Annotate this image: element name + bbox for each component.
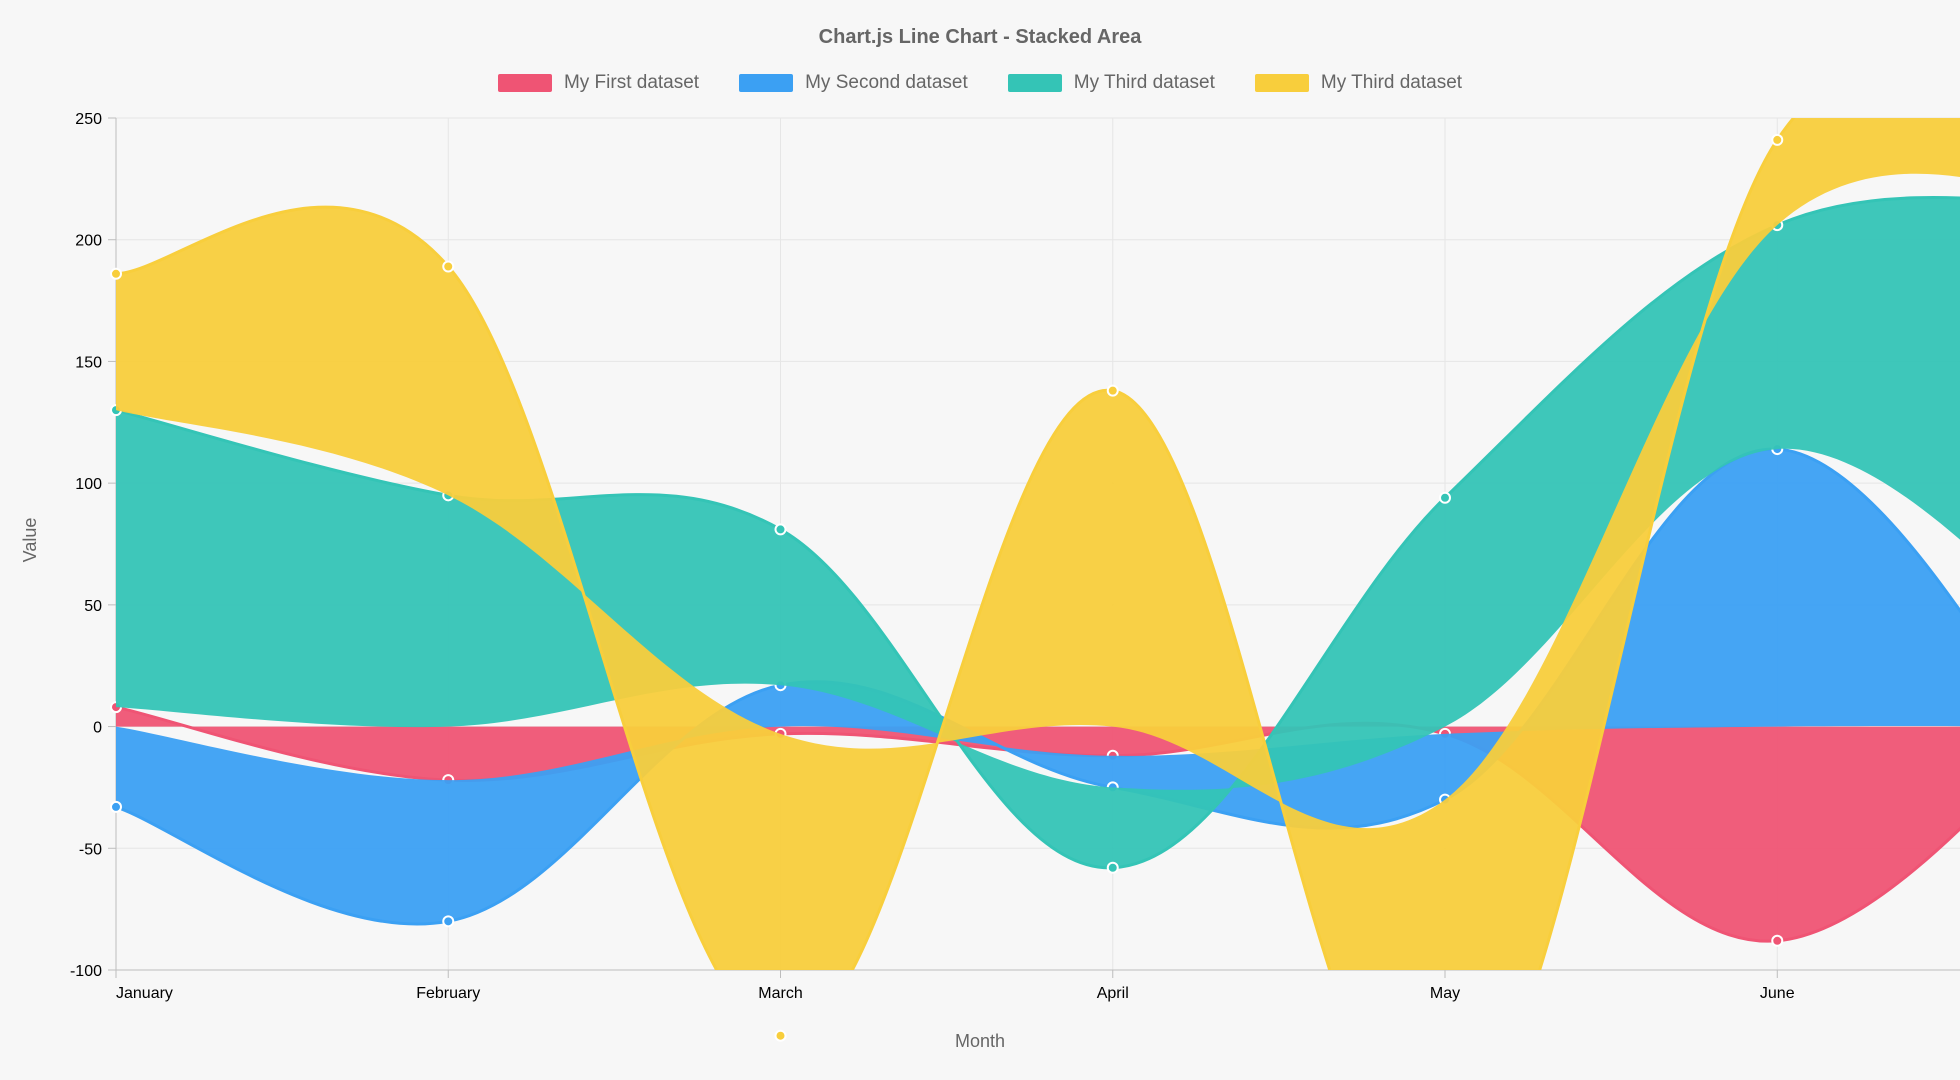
chart-plot-area: -100 -50 0 50 100 150 200 250 January February Mar… (0, 0, 1960, 1080)
data-point[interactable] (1772, 135, 1782, 145)
data-point[interactable] (111, 269, 121, 279)
svg-text:May: May (1430, 985, 1460, 1002)
data-point[interactable] (443, 916, 453, 926)
data-point[interactable] (111, 802, 121, 812)
data-point[interactable] (1108, 386, 1118, 396)
svg-text:-50: -50 (79, 841, 102, 858)
svg-text:April: April (1097, 985, 1129, 1002)
svg-text:150: 150 (75, 354, 102, 371)
svg-text:200: 200 (75, 233, 102, 250)
svg-text:50: 50 (84, 598, 102, 615)
svg-text:100: 100 (75, 476, 102, 493)
data-point[interactable] (1440, 493, 1450, 503)
svg-text:January: January (116, 985, 173, 1002)
svg-text:February: February (416, 985, 480, 1002)
svg-text:250: 250 (75, 111, 102, 128)
data-point[interactable] (1772, 936, 1782, 946)
svg-text:March: March (758, 985, 802, 1002)
data-point[interactable] (443, 261, 453, 271)
chart-container: Chart.js Line Chart - Stacked Area My Fi… (0, 0, 1960, 1080)
data-point[interactable] (776, 524, 786, 534)
svg-text:-100: -100 (70, 963, 102, 980)
data-point[interactable] (1108, 863, 1118, 873)
svg-text:June: June (1760, 985, 1795, 1002)
data-point[interactable] (776, 1031, 786, 1041)
svg-text:0: 0 (93, 720, 102, 737)
